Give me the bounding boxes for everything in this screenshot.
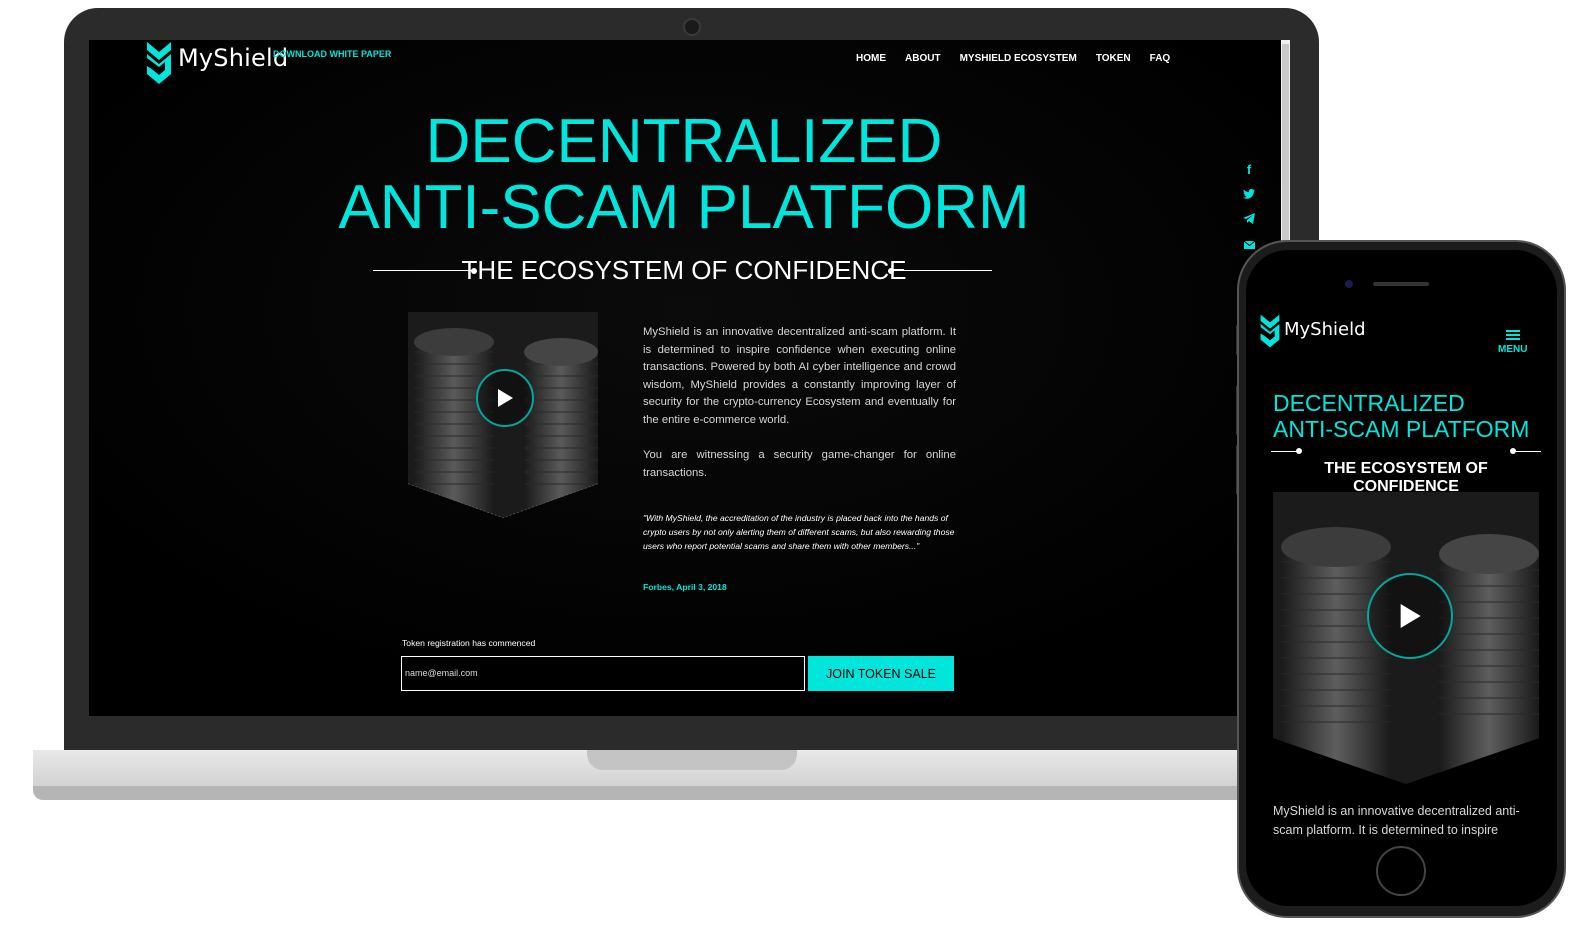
press-citation: Forbes, April 3, 2018 bbox=[643, 582, 727, 592]
email-field[interactable]: name@email.com bbox=[401, 656, 805, 691]
mobile-tagline: THE ECOSYSTEM OF CONFIDENCE bbox=[1324, 460, 1488, 495]
mobile-play-icon bbox=[1400, 604, 1421, 628]
laptop-camera bbox=[683, 18, 701, 36]
play-icon bbox=[498, 389, 513, 407]
hero-title-line1: DECENTRALIZED bbox=[425, 107, 943, 176]
laptop-notch bbox=[587, 750, 797, 770]
nav-token[interactable]: TOKEN bbox=[1096, 53, 1131, 64]
hamburger-menu-icon[interactable] bbox=[1506, 330, 1520, 342]
nav-faq[interactable]: FAQ bbox=[1150, 53, 1171, 64]
mobile-tagline-dot-left bbox=[1296, 448, 1302, 454]
intro-paragraph-2: You are witnessing a security game-chang… bbox=[643, 449, 956, 479]
logo-text[interactable]: MyShield bbox=[178, 44, 288, 72]
main-nav: HOME ABOUT MYSHIELD ECOSYSTEM TOKEN FAQ bbox=[856, 53, 1170, 64]
mobile-play-button[interactable] bbox=[1367, 573, 1453, 659]
mobile-title-line1: DECENTRALIZED bbox=[1273, 390, 1465, 416]
scrollbar-thumb[interactable] bbox=[1282, 44, 1289, 244]
mobile-shield-logo-icon[interactable] bbox=[1259, 313, 1281, 354]
mobile-title-line2: ANTI-SCAM PLATFORM bbox=[1273, 416, 1530, 442]
mobile-tagline-divider-left bbox=[1271, 451, 1299, 452]
hero-tagline: THE ECOSYSTEM OF CONFIDENCE bbox=[461, 255, 907, 285]
press-quote: "With MyShield, the accreditation of the… bbox=[643, 513, 955, 551]
phone-speaker bbox=[1373, 282, 1429, 286]
nav-about[interactable]: ABOUT bbox=[905, 53, 941, 64]
registration-label: Token registration has commenced bbox=[402, 638, 536, 648]
shield-logo-icon[interactable] bbox=[145, 40, 173, 91]
nav-ecosystem[interactable]: MYSHIELD ECOSYSTEM bbox=[960, 53, 1077, 64]
mobile-logo-text[interactable]: MyShield bbox=[1284, 319, 1366, 340]
tagline-dot-right bbox=[888, 268, 894, 274]
mobile-menu-label[interactable]: MENU bbox=[1498, 344, 1527, 355]
hero-title-line2: ANTI-SCAM PLATFORM bbox=[338, 173, 1030, 242]
intro-paragraph: MyShield is an innovative decentralized … bbox=[643, 326, 956, 426]
nav-home[interactable]: HOME bbox=[856, 53, 886, 64]
mobile-intro-paragraph: MyShield is an innovative decentralized … bbox=[1273, 804, 1520, 837]
join-token-sale-button[interactable]: JOIN TOKEN SALE bbox=[808, 656, 954, 691]
mobile-tagline-divider-right bbox=[1513, 451, 1541, 452]
phone-camera bbox=[1345, 280, 1353, 288]
tagline-divider-right bbox=[892, 270, 992, 271]
laptop-base-edge bbox=[33, 786, 1323, 800]
play-button[interactable] bbox=[476, 369, 534, 427]
download-whitepaper-link[interactable]: DOWNLOAD WHITE PAPER bbox=[273, 49, 391, 59]
phone-home-button bbox=[1376, 846, 1426, 896]
